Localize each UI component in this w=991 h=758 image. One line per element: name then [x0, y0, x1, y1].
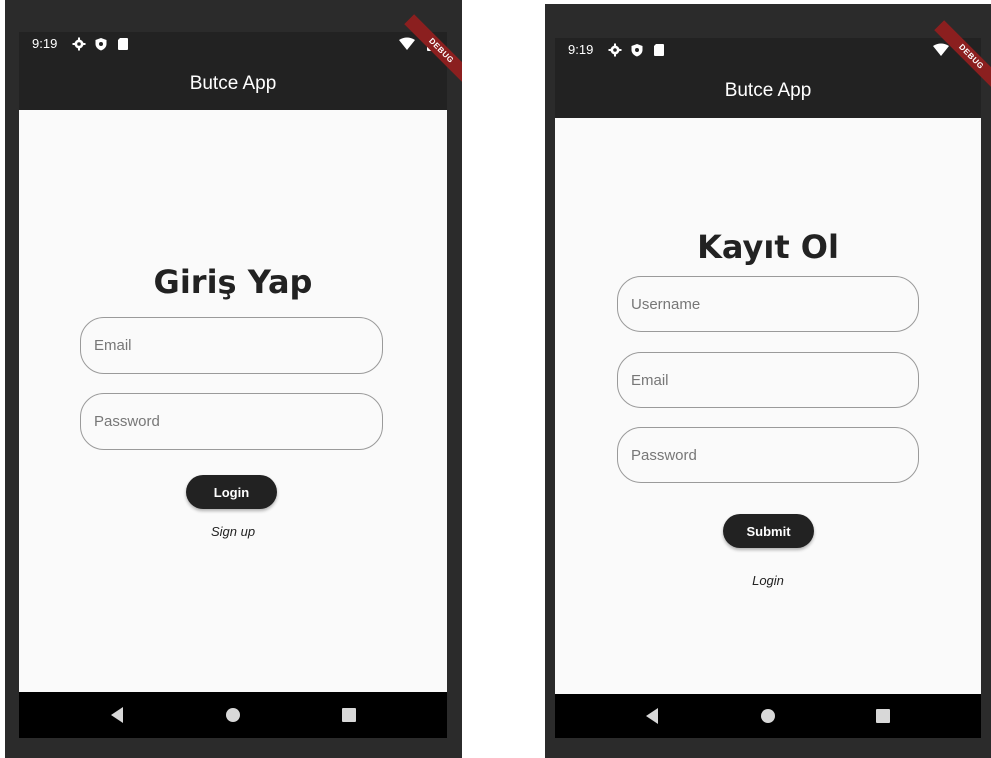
settings-icon — [72, 37, 86, 51]
status-time: 9:19 — [32, 36, 58, 51]
signup-phone-frame: 9:19 Butce App DEBUG Kayıt Ol Username E… — [545, 4, 991, 758]
system-nav-bar — [19, 692, 447, 738]
page-title: Giriş Yap — [153, 263, 313, 301]
email-field[interactable]: Email — [80, 317, 383, 374]
login-button[interactable]: Login — [186, 475, 277, 509]
submit-button[interactable]: Submit — [723, 514, 814, 548]
app-title: Butce App — [189, 72, 277, 94]
sd-card-icon — [118, 38, 128, 50]
email-field[interactable]: Email — [617, 352, 919, 408]
password-field[interactable]: Password — [80, 393, 383, 450]
settings-icon — [608, 43, 622, 57]
recent-apps-icon[interactable] — [876, 709, 890, 723]
sd-card-icon — [654, 44, 664, 56]
system-nav-bar — [555, 694, 981, 738]
back-icon[interactable] — [646, 708, 658, 724]
home-icon[interactable] — [226, 708, 240, 722]
back-icon[interactable] — [111, 707, 123, 723]
username-field[interactable]: Username — [617, 276, 919, 332]
password-field[interactable]: Password — [617, 427, 919, 483]
app-bar: Butce App — [19, 57, 447, 110]
login-phone-frame: 9:19 Butce App DEBUG Giriş Yap Email Pas… — [5, 0, 462, 758]
recent-apps-icon[interactable] — [342, 708, 356, 722]
shield-icon — [95, 38, 107, 51]
shield-icon — [631, 44, 643, 57]
status-bar: 9:19 — [555, 38, 981, 64]
login-link[interactable]: Login — [555, 573, 981, 588]
home-icon[interactable] — [761, 709, 775, 723]
signup-link[interactable]: Sign up — [19, 524, 447, 539]
login-content: Giriş Yap Email Password Login Sign up — [19, 110, 447, 692]
app-title: Butce App — [724, 80, 812, 101]
status-time: 9:19 — [568, 42, 594, 57]
app-bar: Butce App — [555, 64, 981, 118]
signup-content: Kayıt Ol Username Email Password Submit … — [555, 118, 981, 694]
status-bar: 9:19 — [19, 32, 447, 57]
page-title: Kayıt Ol — [697, 228, 839, 266]
